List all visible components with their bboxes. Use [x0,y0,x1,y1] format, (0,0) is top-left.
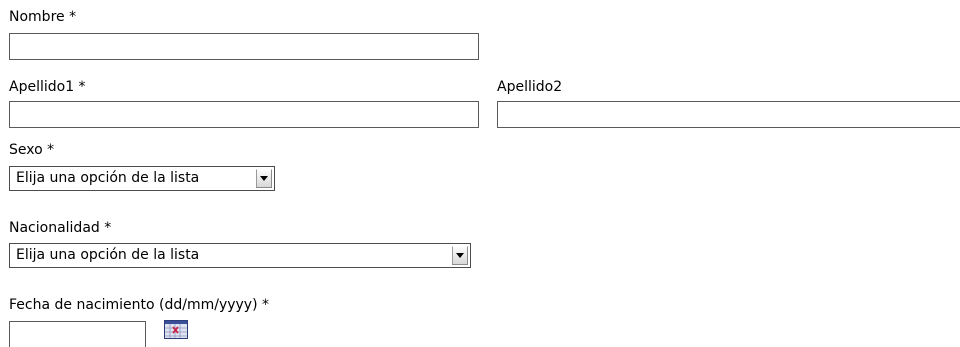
fecha-nacimiento-input[interactable] [9,321,146,347]
sexo-label: Sexo * [9,142,55,158]
nacionalidad-label: Nacionalidad * [9,220,112,236]
apellido1-label: Apellido1 * [9,79,86,95]
sexo-select[interactable]: Elija una opción de la lista [9,166,275,191]
apellido1-input[interactable] [9,101,479,128]
apellido2-input[interactable] [497,101,960,128]
chevron-down-icon[interactable] [452,246,468,265]
fecha-nacimiento-label: Fecha de nacimiento (dd/mm/yyyy) * [9,297,270,313]
nacionalidad-select-value: Elija una opción de la lista [16,247,200,263]
sexo-select-value: Elija una opción de la lista [16,170,200,186]
nombre-input[interactable] [9,33,479,60]
apellido2-label: Apellido2 [497,79,563,95]
calendar-icon[interactable] [164,320,188,339]
nombre-label: Nombre * [9,9,77,25]
nacionalidad-select[interactable]: Elija una opción de la lista [9,243,471,268]
chevron-down-icon[interactable] [256,169,272,188]
